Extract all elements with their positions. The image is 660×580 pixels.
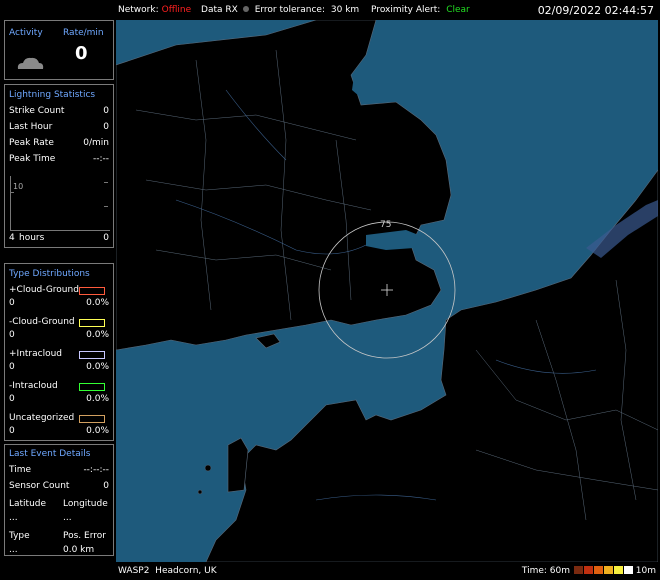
lightning-map[interactable]: 75 [116,20,658,562]
type-values-intracloud: 0 0.0% [9,394,109,406]
time-legend-swatch [603,566,613,574]
activity-title: Activity [9,28,43,38]
error-tolerance-value: 30 km [330,5,360,15]
rate-title: Rate/min [63,28,104,38]
type-row-uncategorized: Uncategorized [9,413,109,425]
type-color-swatch [79,287,105,295]
last-event-latlon-labels: Latitude Longitude [9,499,108,509]
cloud-icon [17,57,44,69]
station-info: WASP2 Headcorn, UK [118,566,217,576]
type-count: 0 [9,426,15,436]
type-label: +Intracloud [9,349,63,359]
types-title: Type Distributions [9,269,90,279]
last-event-latlon-values: ... ... [9,513,72,523]
type-color-swatch [79,351,105,359]
type-row-cloud-ground: +Cloud-Ground [9,285,109,297]
type-color-swatch [79,415,105,423]
stat-row-peak-time: Peak Time --:-- [9,154,109,164]
range-ring-label: 75 [380,220,391,230]
type-percent: 0.0% [86,394,109,404]
type-values-cloud-ground: 0 0.0% [9,298,109,310]
type-percent: 0.0% [86,426,109,436]
last-event-details-panel: Last Event Details Time --:--:-- Sensor … [4,444,114,556]
proximity-alert-status: Clear [446,5,470,15]
bottom-status-bar: WASP2 Headcorn, UK Time: 60m 10m [116,564,660,580]
time-legend-swatch [613,566,623,574]
type-row-intracloud: +Intracloud [9,349,109,361]
error-tolerance-label: Error tolerance: [254,5,325,15]
map-canvas: 75 [116,20,658,562]
activity-panel: Activity Rate/min 0 [4,20,114,80]
graph-start-label: 4 [9,233,15,243]
type-label: Uncategorized [9,413,75,423]
last-event-type-values: ... 0.0 km [9,545,95,555]
time-legend-end: 10m [635,566,656,576]
stats-title: Lightning Statistics [9,90,96,100]
stat-row-strike-count: Strike Count 0 [9,106,109,116]
type-label: +Cloud-Ground [9,285,79,295]
network-status-line: Network: Offline Data RX Error tolerance:… [118,5,473,15]
type-count: 0 [9,330,15,340]
type-percent: 0.0% [86,362,109,372]
time-legend-swatch [583,566,593,574]
station-name: Headcorn, UK [155,566,217,576]
strike-history-graph: 10 [10,176,110,231]
network-status: Offline [161,5,192,15]
type-percent: 0.0% [86,330,109,340]
type-values-uncategorized: 0 0.0% [9,426,109,438]
time-legend-swatch [573,566,583,574]
last-event-title: Last Event Details [9,449,91,459]
type-color-swatch [79,383,105,391]
time-legend-label: Time: 60m [521,566,571,576]
time-legend: Time: 60m 10m [522,566,656,576]
type-label: -Cloud-Ground [9,317,75,327]
type-count: 0 [9,394,15,404]
data-rx-indicator-icon [242,6,249,12]
graph-unit-label: hours [19,233,45,243]
station-id: WASP2 [118,566,150,576]
type-row-cloud-ground: -Cloud-Ground [9,317,109,329]
rate-value: 0 [75,43,88,64]
lightning-statistics-panel: Lightning Statistics Strike Count 0 Last … [4,84,114,248]
type-values-intracloud: 0 0.0% [9,362,109,374]
graph-max-label: 10 [13,182,24,191]
network-label: Network: [118,5,159,15]
last-event-type-labels: Type Pos. Error [9,531,106,541]
type-color-swatch [79,319,105,327]
graph-x-axis: 4 hours 0 [9,233,109,245]
graph-end-label: 0 [103,233,109,243]
time-legend-swatch [593,566,603,574]
stat-row-peak-rate: Peak Rate 0/min [9,138,109,148]
type-distributions-panel: Type Distributions +Cloud-Ground 0 0.0% -Cl… [4,263,114,441]
data-rx-label: Data RX [201,5,238,15]
type-count: 0 [9,298,15,308]
top-status-bar: Network: Offline Data RX Error tolerance:… [0,0,660,20]
stat-row-last-hour: Last Hour 0 [9,122,109,132]
isle-of-wight [255,333,281,349]
type-values-cloud-ground: 0 0.0% [9,330,109,342]
type-row-intracloud: -Intracloud [9,381,109,393]
time-legend-swatch [623,566,633,574]
datetime-display: 02/09/2022 02:44:57 [537,4,654,17]
last-event-time-row: Time --:--:-- [9,465,109,475]
type-percent: 0.0% [86,298,109,308]
last-event-sensor-row: Sensor Count 0 [9,481,109,491]
type-count: 0 [9,362,15,372]
type-label: -Intracloud [9,381,58,391]
proximity-alert-label: Proximity Alert: [371,5,441,15]
